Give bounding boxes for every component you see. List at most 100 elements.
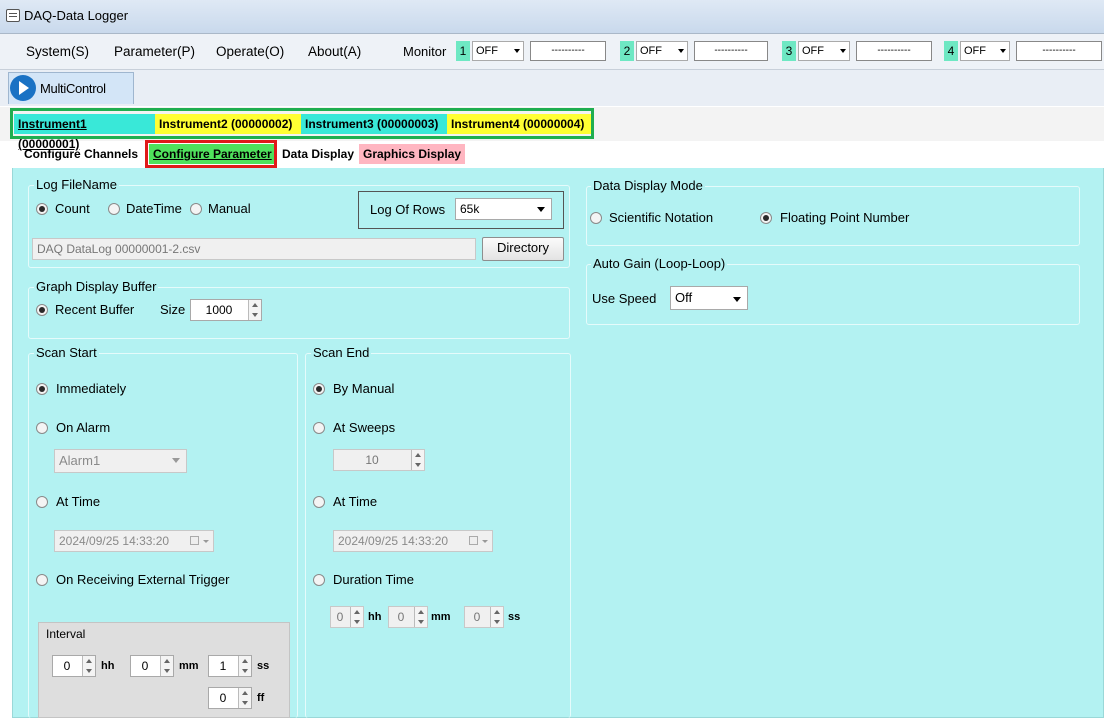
start-at-time-label: At Time: [56, 494, 101, 509]
duration-hh-input[interactable]: 0: [330, 606, 364, 628]
play-icon: [10, 75, 36, 101]
use-speed-select[interactable]: Off: [670, 286, 748, 310]
by-manual-label: By Manual: [333, 381, 395, 396]
use-speed-value: Off: [675, 290, 693, 305]
radio-at-sweeps[interactable]: [313, 422, 325, 434]
interval-hh-input[interactable]: 0: [52, 655, 96, 677]
directory-button[interactable]: Directory: [482, 237, 564, 261]
interval-mm-input[interactable]: 0: [130, 655, 174, 677]
floating-label: Floating Point Number: [780, 210, 910, 225]
at-sweeps-label: At Sweeps: [333, 420, 396, 435]
monitor-3-value: ----------: [856, 41, 932, 61]
end-time-value: 2024/09/25 14:33:20: [338, 534, 449, 548]
scan-end-title: Scan End: [311, 345, 372, 360]
interval-ff-unit: ff: [257, 692, 265, 704]
monitor-2-select[interactable]: OFF: [636, 41, 688, 61]
chevron-down-icon: [678, 49, 684, 53]
radio-floating[interactable]: [760, 212, 772, 224]
spinner-icon[interactable]: [411, 450, 424, 470]
radio-recent-buffer[interactable]: [36, 304, 48, 316]
duration-mm-input[interactable]: 0: [388, 606, 428, 628]
monitor-4-state: OFF: [964, 45, 986, 57]
graph-buffer-title: Graph Display Buffer: [34, 279, 159, 294]
end-at-time-label: At Time: [333, 494, 378, 509]
duration-ss-input[interactable]: 0: [464, 606, 504, 628]
interval-ss-unit: ss: [257, 660, 270, 672]
radio-immediately[interactable]: [36, 383, 48, 395]
datetime-label: DateTime: [126, 201, 182, 216]
tab-configure-channels[interactable]: Configure Channels: [20, 144, 142, 164]
alarm-value: Alarm1: [59, 453, 101, 468]
spinner-icon[interactable]: [414, 607, 427, 627]
monitor-4-value: ----------: [1016, 41, 1102, 61]
radio-by-manual[interactable]: [313, 383, 325, 395]
log-of-rows-select[interactable]: 65k: [455, 198, 552, 220]
radio-external-trigger[interactable]: [36, 574, 48, 586]
count-label: Count: [55, 201, 90, 216]
spinner-icon[interactable]: [248, 300, 261, 320]
log-of-rows-label: Log Of Rows: [370, 202, 446, 217]
log-path-field[interactable]: DAQ DataLog 00000001-2.csv: [32, 238, 476, 260]
monitor-label: Monitor: [403, 44, 447, 59]
size-input[interactable]: 1000: [190, 299, 262, 321]
calendar-icon: [190, 536, 199, 545]
spinner-icon[interactable]: [82, 656, 95, 676]
on-alarm-label: On Alarm: [56, 420, 111, 435]
monitor-3-select[interactable]: OFF: [798, 41, 850, 61]
radio-scientific[interactable]: [590, 212, 602, 224]
spinner-icon[interactable]: [238, 656, 251, 676]
chevron-down-icon: [1000, 49, 1006, 53]
interval-hh-value: 0: [63, 659, 71, 673]
menu-about[interactable]: About(A): [308, 44, 361, 59]
auto-gain-title: Auto Gain (Loop-Loop): [591, 256, 728, 271]
monitor-1-state: OFF: [476, 45, 498, 57]
monitor-3-state: OFF: [802, 45, 824, 57]
toolbar: [0, 70, 1104, 106]
log-filename-title: Log FileName: [34, 177, 119, 192]
log-of-rows-value: 65k: [460, 202, 480, 216]
radio-on-alarm[interactable]: [36, 422, 48, 434]
configure-parameter-highlight: [145, 140, 277, 168]
chevron-down-icon: [840, 49, 846, 53]
interval-ss-value: 1: [219, 659, 227, 673]
menu-operate[interactable]: Operate(O): [216, 44, 284, 59]
radio-duration-time[interactable]: [313, 574, 325, 586]
immediately-label: Immediately: [56, 381, 127, 396]
spinner-icon[interactable]: [160, 656, 173, 676]
start-time-picker[interactable]: 2024/09/25 14:33:20: [54, 530, 214, 552]
instrument-tabs-highlight: [10, 108, 594, 139]
sweeps-value: 10: [365, 453, 379, 467]
chevron-down-icon: [482, 540, 488, 543]
duration-time-label: Duration Time: [333, 572, 414, 587]
menu-system[interactable]: System(S): [26, 44, 89, 59]
tab-graphics-display[interactable]: Graphics Display: [359, 144, 466, 164]
monitor-1-select[interactable]: OFF: [472, 41, 524, 61]
spinner-icon[interactable]: [490, 607, 503, 627]
interval-ff-input[interactable]: 0: [208, 687, 252, 709]
radio-start-at-time[interactable]: [36, 496, 48, 508]
chevron-down-icon: [733, 297, 741, 302]
spinner-icon[interactable]: [350, 607, 363, 627]
interval-hh-unit: hh: [101, 660, 115, 672]
external-trigger-label: On Receiving External Trigger: [56, 572, 230, 587]
window-title: DAQ-Data Logger: [24, 8, 129, 23]
spinner-icon[interactable]: [238, 688, 251, 708]
monitor-4-select[interactable]: OFF: [960, 41, 1010, 61]
end-time-picker[interactable]: 2024/09/25 14:33:20: [333, 530, 493, 552]
alarm-select[interactable]: Alarm1: [54, 449, 187, 473]
radio-count[interactable]: [36, 203, 48, 215]
sweeps-input[interactable]: 10: [333, 449, 425, 471]
monitor-2-number: 2: [620, 41, 634, 61]
multicontrol-label: MultiControl: [40, 81, 106, 96]
duration-hh-value: 0: [336, 610, 344, 624]
radio-manual[interactable]: [190, 203, 202, 215]
menu-bar: System(S) Parameter(P) Operate(O) About(…: [0, 34, 1104, 70]
interval-mm-value: 0: [141, 659, 149, 673]
radio-end-at-time[interactable]: [313, 496, 325, 508]
monitor-2-value: ----------: [694, 41, 768, 61]
radio-datetime[interactable]: [108, 203, 120, 215]
tab-data-display[interactable]: Data Display: [278, 144, 358, 164]
interval-ss-input[interactable]: 1: [208, 655, 252, 677]
menu-parameter[interactable]: Parameter(P): [114, 44, 195, 59]
scan-start-title: Scan Start: [34, 345, 99, 360]
